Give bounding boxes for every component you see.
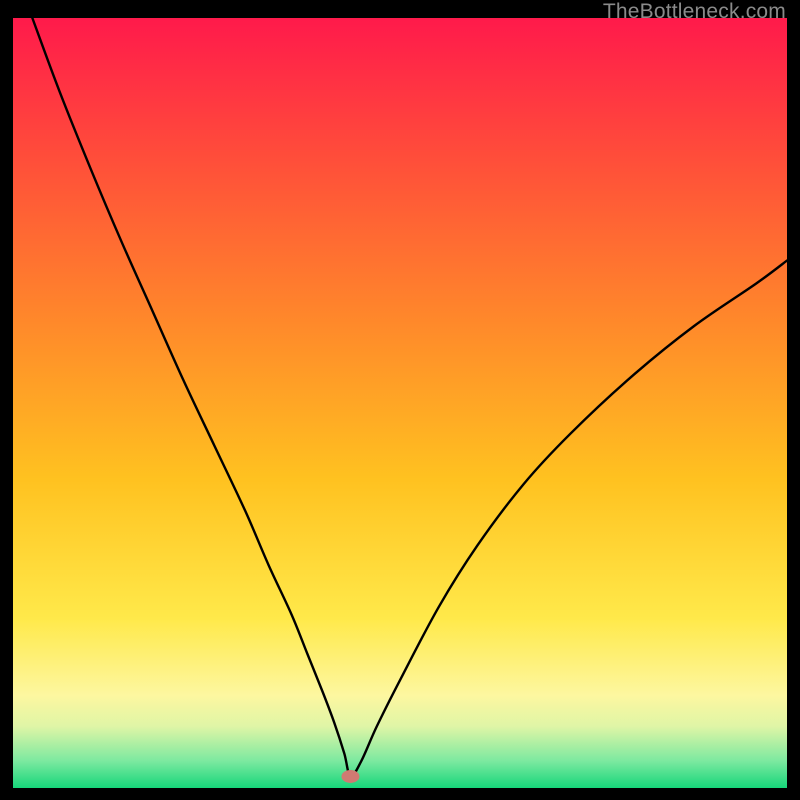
bottleneck-chart: [13, 18, 787, 788]
plot-frame: [13, 18, 787, 788]
watermark-text: TheBottleneck.com: [603, 0, 786, 24]
optimum-marker: [341, 770, 359, 783]
gradient-background: [13, 18, 787, 788]
